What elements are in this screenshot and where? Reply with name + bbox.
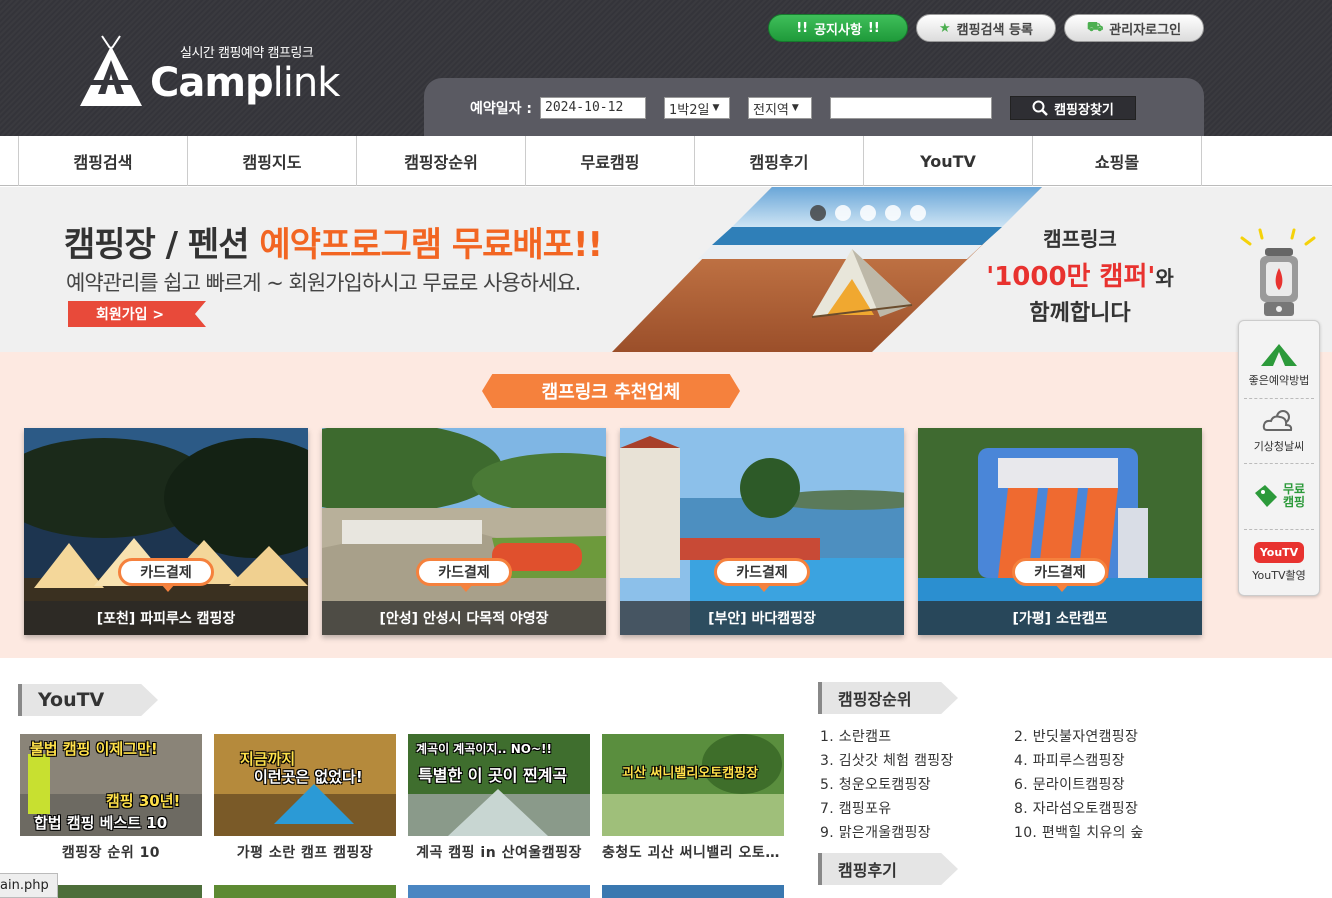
card-payment-badge: 카드결제 [714, 558, 810, 592]
ranking-item[interactable]: 1. 소란캠프 [820, 726, 1014, 746]
quick-youtv[interactable]: YouTV YouTV촬영 [1244, 530, 1314, 595]
logo-tagline: 실시간 캠핑예약 캠프링크 [180, 46, 314, 61]
nav-free-camping[interactable]: 무료캠핑 [526, 136, 695, 186]
recommended-title: 캠프링크 추천업체 [482, 374, 740, 408]
chevron-down-icon: ▼ [712, 103, 720, 113]
video-thumbnail[interactable]: 불법 캠핑 이제그만! 캠핑 30년! 합법 캠핑 베스트 10 [20, 734, 202, 836]
keyword-input[interactable] [830, 97, 992, 119]
slide-dot[interactable] [910, 205, 926, 221]
recommended-card-anseong[interactable]: 카드결제 [안성] 안성시 다목적 야영장 [322, 428, 606, 635]
ranking-item[interactable]: 7. 캠핑포유 [820, 798, 1014, 818]
card-payment-badge: 카드결제 [416, 558, 512, 592]
notice-button[interactable]: !! 공지사항 !! [768, 14, 908, 42]
admin-login-button[interactable]: ⛟ 관리자로그인 [1064, 14, 1204, 42]
nav-camping-map[interactable]: 캠핑지도 [188, 136, 357, 186]
slide-dot[interactable] [885, 205, 901, 221]
page: 실시간 캠핑예약 캠프링크 Camplink !! 공지사항 !! ★ 캠핑검색… [0, 0, 1332, 898]
quick-weather[interactable]: 기상청날씨 [1244, 399, 1314, 465]
card-payment-badge: 카드결제 [1012, 558, 1108, 592]
nav-shopping[interactable]: 쇼핑몰 [1033, 136, 1202, 186]
search-icon [1032, 100, 1048, 116]
card-payment-badge: 카드결제 [118, 558, 214, 592]
video-title[interactable]: 캠핑장 순위 10 [20, 842, 202, 862]
slide-dots [810, 205, 926, 221]
nav-camping-ranking[interactable]: 캠핑장순위 [357, 136, 526, 186]
ranking-item[interactable]: 4. 파피루스캠핑장 [1014, 750, 1208, 770]
banner-headline: 캠핑장 / 펜션 예약프로그램 무료배포!! [64, 225, 603, 265]
review-section-title: 캠핑후기 [818, 853, 958, 885]
quick-free-camping[interactable]: 무료 캠핑 [1244, 464, 1314, 530]
card-caption: [포천] 파피루스 캠핑장 [24, 601, 308, 635]
video-thumbnail[interactable] [602, 885, 784, 898]
tag-icon [1254, 485, 1277, 508]
video-item[interactable]: 불법 캠핑 이제그만! 캠핑 30년! 합법 캠핑 베스트 10 캠핑장 순위 … [20, 734, 202, 862]
youtv-logo-icon: YouTV [1253, 541, 1305, 563]
nav-camping-review[interactable]: 캠핑후기 [695, 136, 864, 186]
ranking-list: 1. 소란캠프 2. 반딧불자연캠핑장 3. 김삿갓 체험 캠핑장 4. 파피루… [820, 726, 1208, 842]
quick-menu: 좋은예약방법 기상청날씨 무료 캠핑 YouTV YouTV촬영 [1238, 228, 1320, 596]
chevron-down-icon: ▼ [791, 103, 799, 113]
camp-search-button[interactable]: 캠핑장찾기 [1010, 96, 1136, 120]
video-item[interactable]: 지금까지 이런곳은 없었다! 가평 소란 캠프 캠핑장 [214, 734, 396, 862]
ranking-item[interactable]: 6. 문라이트캠핑장 [1014, 774, 1208, 794]
banner-right-text: 캠프링크 '1000만 캠퍼'와 함께합니다 [986, 227, 1174, 326]
recommended-card-sea[interactable]: 카드결제 [부안] 바다캠핑장 [620, 428, 904, 635]
top-buttons: !! 공지사항 !! ★ 캠핑검색 등록 ⛟ 관리자로그인 [768, 14, 1204, 42]
ranking-item[interactable]: 5. 청운오토캠핑장 [820, 774, 1014, 794]
ranking-item[interactable]: 3. 김삿갓 체험 캠핑장 [820, 750, 1014, 770]
video-title[interactable]: 계곡 캠핑 in 산여울캠핑장 [408, 842, 590, 862]
star-icon: ★ [939, 20, 951, 36]
card-caption: [안성] 안성시 다목적 야영장 [322, 601, 606, 635]
slide-dot[interactable] [835, 205, 851, 221]
youtv-section-title: YouTV [18, 684, 158, 716]
logo-brand: Camplink [150, 60, 340, 106]
search-bar: 예약일자 : 2024-10-12 1박2일 ▼ 전지역 ▼ 캠핑장찾기 [424, 78, 1204, 136]
ranking-item[interactable]: 9. 맑은개울캠핑장 [820, 822, 1014, 842]
lantern-icon [1238, 228, 1320, 320]
video-thumbnail[interactable]: 지금까지 이런곳은 없었다! [214, 734, 396, 836]
banner-subtext: 예약관리를 쉽고 빠르게 ~ 회원가입하시고 무료로 사용하세요. [66, 271, 581, 295]
quick-good-reservation[interactable]: 좋은예약방법 [1244, 333, 1314, 399]
tent-icon [1261, 344, 1297, 367]
camping-register-button[interactable]: ★ 캠핑검색 등록 [916, 14, 1056, 42]
truck-icon: ⛟ [1086, 19, 1104, 35]
ranking-item[interactable]: 2. 반딧불자연캠핑장 [1014, 726, 1208, 746]
youtv-video-list: 불법 캠핑 이제그만! 캠핑 30년! 합법 캠핑 베스트 10 캠핑장 순위 … [20, 734, 784, 862]
nav-youtv[interactable]: YouTV [864, 136, 1033, 186]
card-caption: [가평] 소란캠프 [918, 601, 1202, 635]
video-item[interactable]: 괴산 써니밸리오토캠핑장 충청도 괴산 써니밸리 오토캠핑장 [602, 734, 784, 862]
recommended-section: 캠프링크 추천업체 카드결제 [포천] 파피루스 캠핑장 카드결제 [안성] 안… [0, 352, 1332, 658]
video-item[interactable]: 계곡이 계곡이지.. NO~!! 특별한 이 곳이 찐계곡 계곡 캠핑 in 산… [408, 734, 590, 862]
header: 실시간 캠핑예약 캠프링크 Camplink !! 공지사항 !! ★ 캠핑검색… [0, 0, 1332, 136]
tent-logo-icon [80, 35, 142, 106]
main-nav: 캠핑검색 캠핑지도 캠핑장순위 무료캠핑 캠핑후기 YouTV 쇼핑몰 [0, 136, 1332, 186]
reservation-date-input[interactable]: 2024-10-12 [540, 97, 646, 119]
notice-mark-left: !! [796, 20, 809, 36]
video-thumbnail[interactable] [408, 885, 590, 898]
video-thumbnail[interactable]: 계곡이 계곡이지.. NO~!! 특별한 이 곳이 찐계곡 [408, 734, 590, 836]
reservation-date-label: 예약일자 : [470, 101, 532, 117]
status-bar-url: ain.php [0, 873, 58, 898]
ranking-item[interactable]: 8. 자라섬오토캠핑장 [1014, 798, 1208, 818]
weather-icon [1262, 409, 1293, 431]
slide-dot[interactable] [860, 205, 876, 221]
card-caption: [부안] 바다캠핑장 [620, 601, 904, 635]
nights-select[interactable]: 1박2일 ▼ [664, 97, 730, 119]
video-title[interactable]: 가평 소란 캠프 캠핑장 [214, 842, 396, 862]
notice-mark-right: !! [867, 20, 880, 36]
slide-dot[interactable] [810, 205, 826, 221]
ranking-section-title: 캠핑장순위 [818, 682, 958, 714]
video-thumbnail[interactable]: 괴산 써니밸리오토캠핑장 [602, 734, 784, 836]
logo[interactable]: 실시간 캠핑예약 캠프링크 Camplink [80, 34, 340, 110]
video-thumbnail[interactable] [214, 885, 396, 898]
join-button[interactable]: 회원가입 > [68, 301, 206, 327]
recommended-card-papyrus[interactable]: 카드결제 [포천] 파피루스 캠핑장 [24, 428, 308, 635]
main-banner[interactable]: 캠핑장 / 펜션 예약프로그램 무료배포!! 예약관리를 쉽고 빠르게 ~ 회원… [0, 187, 1332, 352]
youtv-video-list-row2 [20, 885, 784, 898]
video-title[interactable]: 충청도 괴산 써니밸리 오토캠핑장 [602, 842, 784, 862]
recommended-card-soran[interactable]: 카드결제 [가평] 소란캠프 [918, 428, 1202, 635]
region-select[interactable]: 전지역 ▼ [748, 97, 812, 119]
nav-camping-search[interactable]: 캠핑검색 [19, 136, 188, 186]
ranking-item[interactable]: 10. 편백힐 치유의 숲 [1014, 822, 1208, 842]
